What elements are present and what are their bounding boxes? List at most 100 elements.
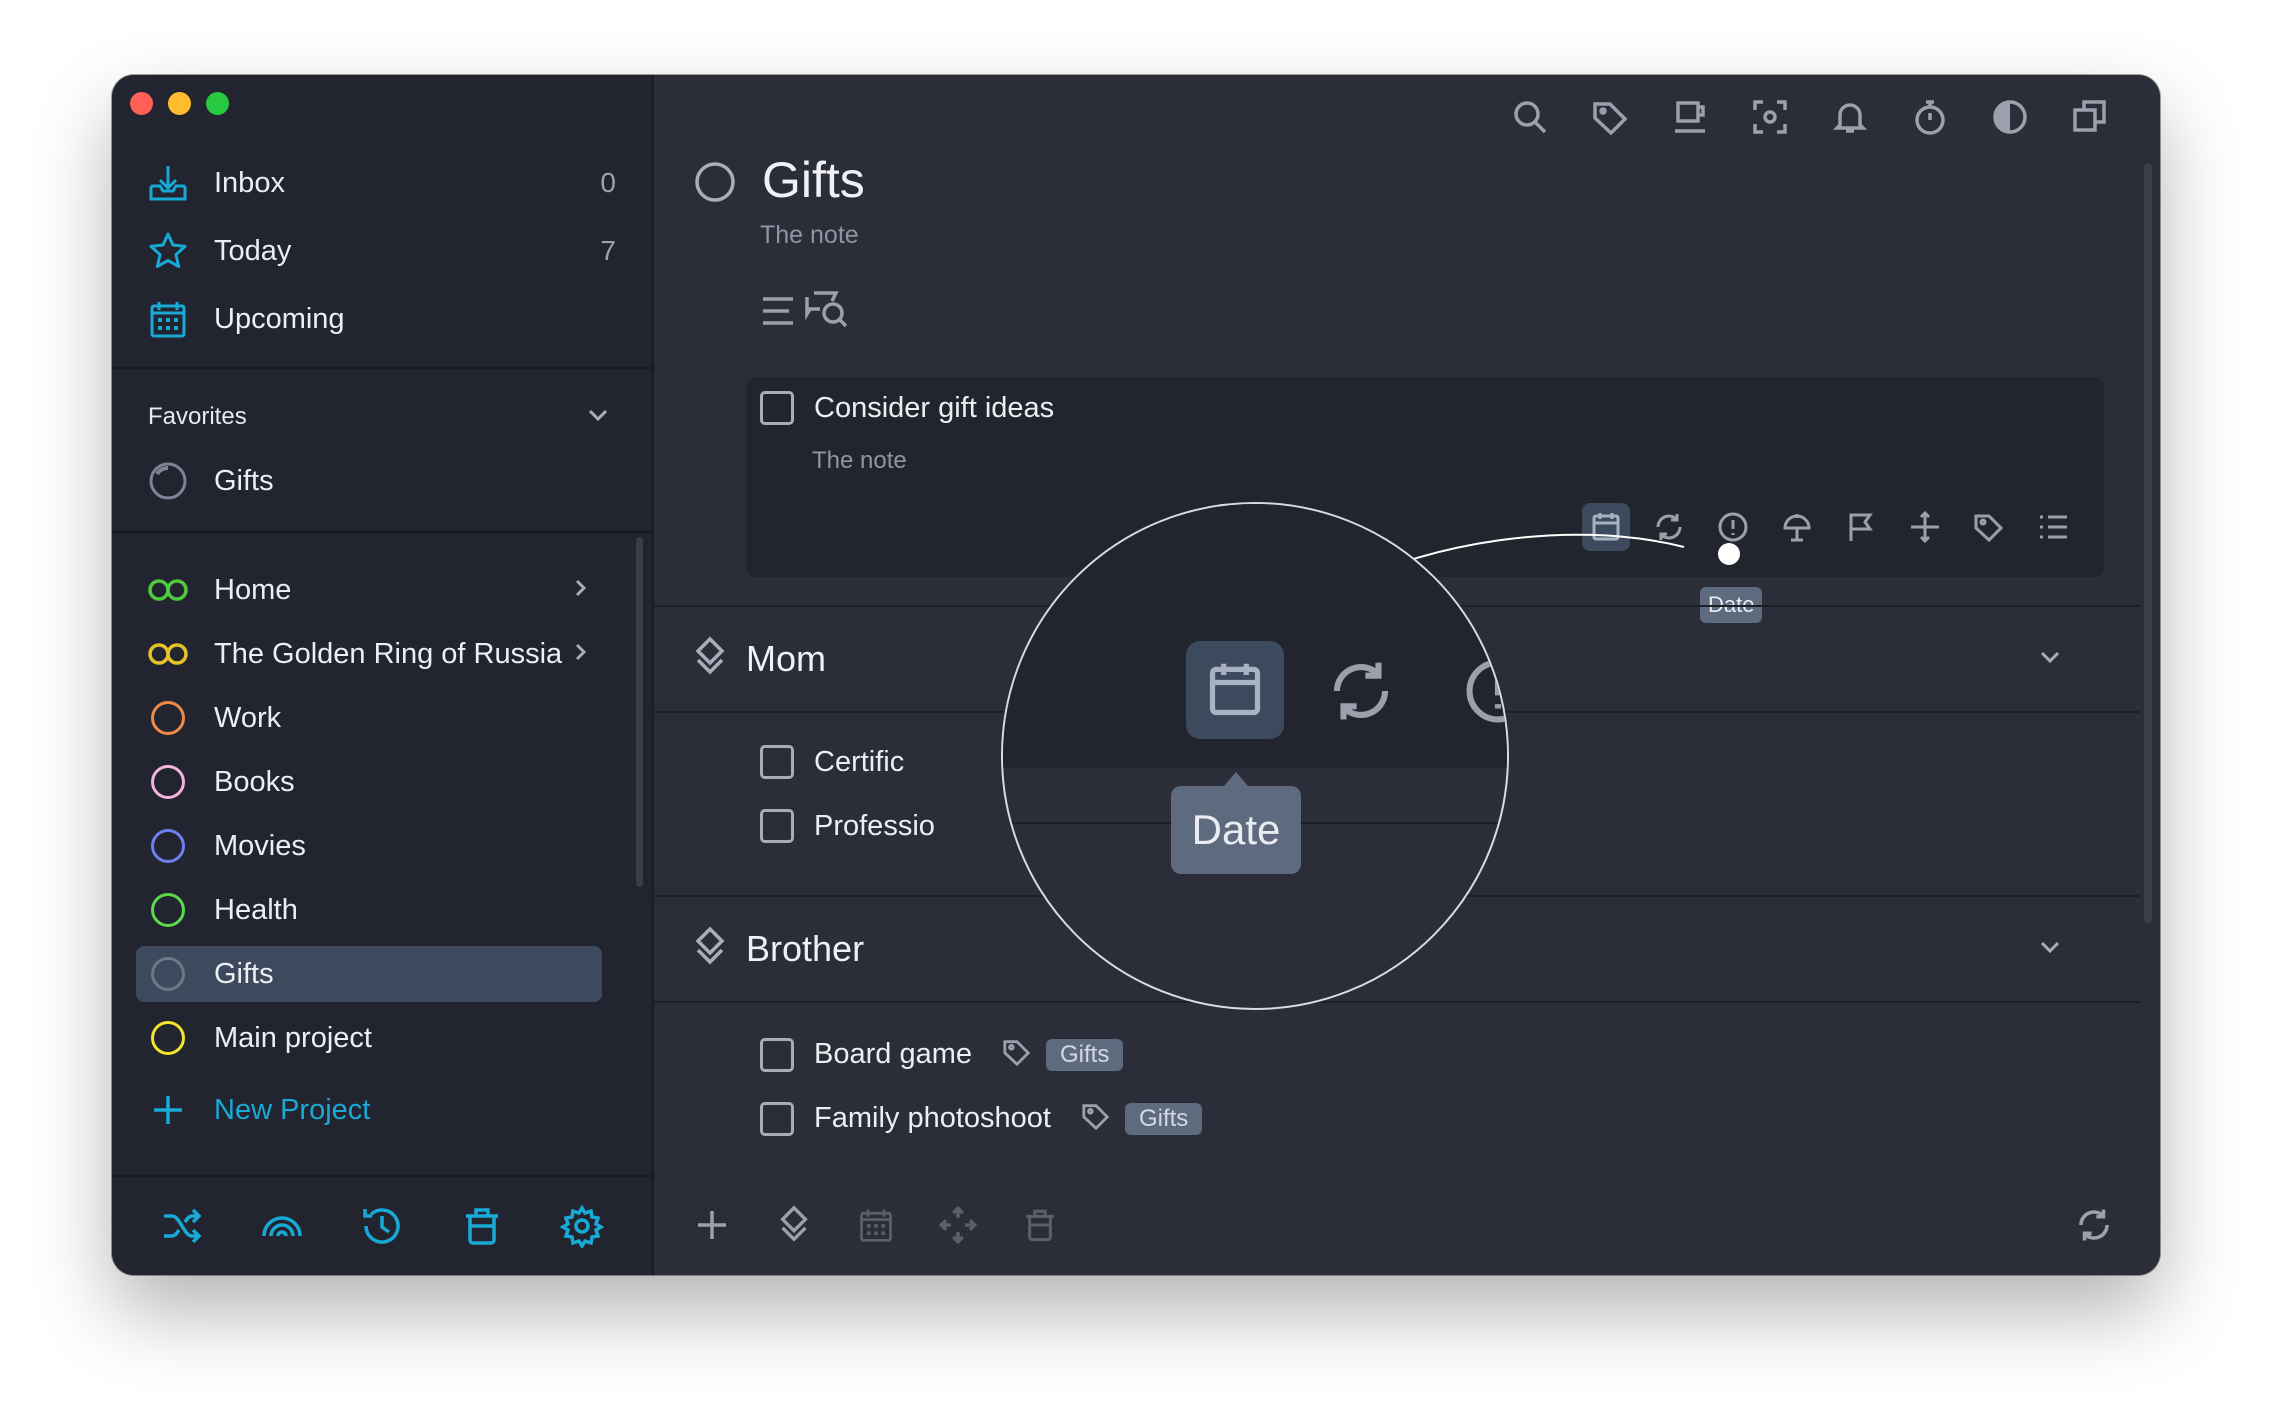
- project-label: Gifts: [214, 957, 274, 990]
- zoom-window-button[interactable]: [206, 92, 229, 115]
- calendar-icon: [146, 297, 190, 341]
- project-item-home[interactable]: Home: [136, 562, 602, 618]
- checklist-icon[interactable]: [2037, 511, 2069, 548]
- tag-icon: [1081, 1101, 1111, 1136]
- new-project-button[interactable]: New Project: [136, 1082, 602, 1138]
- project-item-movies[interactable]: Movies: [136, 818, 602, 874]
- heading-title[interactable]: Brother: [746, 928, 864, 970]
- task-row[interactable]: Consider gift ideas: [760, 391, 1054, 425]
- project-label: Books: [214, 765, 295, 798]
- task-checkbox[interactable]: [760, 809, 794, 843]
- tag-chip[interactable]: Gifts: [1124, 1102, 1203, 1135]
- project-note[interactable]: The note: [760, 221, 859, 250]
- project-complete-toggle[interactable]: [694, 161, 736, 208]
- tag-icon[interactable]: [1973, 511, 2005, 548]
- project-label: Health: [214, 893, 298, 926]
- sidebar: Inbox 0 Today 7 Upcoming Favorites Gifts: [112, 75, 654, 1275]
- main-scrollbar[interactable]: [2144, 163, 2152, 923]
- magnified-date-tooltip: Date: [1171, 786, 1301, 874]
- new-project-label: New Project: [214, 1093, 371, 1126]
- rainbow-icon[interactable]: [252, 1196, 312, 1256]
- today-count: 7: [600, 235, 616, 266]
- task-title[interactable]: Family photoshoot: [814, 1102, 1051, 1135]
- chevron-right-icon[interactable]: [568, 640, 592, 669]
- star-icon: [146, 229, 190, 273]
- task-row[interactable]: Family photoshoot Gifts: [760, 1101, 1203, 1136]
- heading-icon[interactable]: [764, 1195, 824, 1255]
- project-item-gifts[interactable]: Gifts: [136, 946, 602, 1002]
- shuffle-icon[interactable]: [152, 1196, 212, 1256]
- main-content: Gifts The note Consider gift ideas The n…: [654, 75, 2160, 1275]
- task-checkbox[interactable]: [760, 1101, 794, 1136]
- sidebar-scrollbar[interactable]: [636, 537, 643, 887]
- project-item-work[interactable]: Work: [136, 690, 602, 746]
- inbox-icon: [146, 161, 190, 205]
- task-note[interactable]: The note: [812, 447, 907, 475]
- favorite-item-gifts[interactable]: Gifts: [146, 453, 616, 509]
- focus-icon[interactable]: [1740, 87, 1800, 147]
- tag-chip[interactable]: Gifts: [1046, 1038, 1124, 1071]
- flag-icon[interactable]: [1845, 511, 1877, 548]
- stopwatch-icon[interactable]: [1900, 87, 1960, 147]
- move-icon[interactable]: [928, 1195, 988, 1255]
- project-item-books[interactable]: Books: [136, 754, 602, 810]
- magnified-repeat-icon: [1326, 656, 1396, 731]
- project-label: Home: [214, 573, 292, 606]
- close-window-button[interactable]: [130, 92, 153, 115]
- heading-title[interactable]: Mom: [746, 638, 826, 680]
- sidebar-item-inbox[interactable]: Inbox 0: [146, 155, 616, 211]
- tag-icon[interactable]: [1580, 87, 1640, 147]
- sync-icon[interactable]: [2064, 1195, 2124, 1255]
- project-item-main-project[interactable]: Main project: [136, 1010, 602, 1066]
- chevron-down-icon[interactable]: [2036, 933, 2064, 966]
- notes-icon[interactable]: [760, 293, 796, 334]
- windows-icon[interactable]: [2060, 87, 2120, 147]
- calendar-icon[interactable]: [846, 1195, 906, 1255]
- sidebar-divider: [112, 367, 652, 369]
- main-bottom-bar: [654, 1175, 2160, 1275]
- task-row[interactable]: Certific: [760, 745, 904, 779]
- trash-icon[interactable]: [452, 1196, 512, 1256]
- project-label: Movies: [214, 829, 306, 862]
- inbox-count: 0: [600, 167, 616, 198]
- sidebar-item-today[interactable]: Today 7: [146, 223, 616, 279]
- sidebar-divider: [112, 531, 652, 533]
- gear-icon[interactable]: [552, 1196, 612, 1256]
- task-title[interactable]: Board game: [814, 1038, 972, 1071]
- project-item-golden-ring[interactable]: The Golden Ring of Russia: [136, 626, 602, 682]
- search-icon[interactable]: [1500, 87, 1560, 147]
- circle-icon: [146, 824, 190, 868]
- task-title[interactable]: Professio: [814, 810, 935, 843]
- contrast-icon[interactable]: [1980, 87, 2040, 147]
- chevron-down-icon[interactable]: [584, 401, 612, 434]
- favorite-label: Gifts: [214, 464, 274, 497]
- task-title[interactable]: Certific: [814, 746, 904, 779]
- magnified-date-icon: [1186, 641, 1284, 739]
- trash-icon[interactable]: [1010, 1195, 1070, 1255]
- heading-icon: [694, 636, 726, 683]
- magnifier-lens: Date: [1001, 502, 1509, 1010]
- bell-icon[interactable]: [1820, 87, 1880, 147]
- minimize-window-button[interactable]: [168, 92, 191, 115]
- task-checkbox[interactable]: [760, 1037, 794, 1072]
- task-row[interactable]: Professio: [760, 809, 935, 843]
- task-title[interactable]: Consider gift ideas: [814, 392, 1054, 425]
- task-checkbox[interactable]: [760, 745, 794, 779]
- add-icon[interactable]: [682, 1195, 742, 1255]
- infinity-icon: [146, 568, 190, 612]
- tag-icon: [1002, 1037, 1032, 1072]
- search-comment-icon[interactable]: [804, 288, 852, 335]
- circle-icon: [146, 696, 190, 740]
- page-title: Gifts: [762, 152, 865, 208]
- app-window: Inbox 0 Today 7 Upcoming Favorites Gifts: [112, 75, 2160, 1275]
- plus-icon: [146, 1088, 190, 1132]
- task-checkbox[interactable]: [760, 391, 794, 425]
- move-icon[interactable]: [1909, 510, 1941, 548]
- history-icon[interactable]: [352, 1196, 412, 1256]
- task-row[interactable]: Board game Gifts: [760, 1037, 1124, 1072]
- coffee-cup-icon[interactable]: [1660, 87, 1720, 147]
- sidebar-item-upcoming[interactable]: Upcoming: [146, 291, 616, 347]
- chevron-down-icon[interactable]: [2036, 643, 2064, 676]
- chevron-right-icon[interactable]: [568, 576, 592, 605]
- project-item-health[interactable]: Health: [136, 882, 602, 938]
